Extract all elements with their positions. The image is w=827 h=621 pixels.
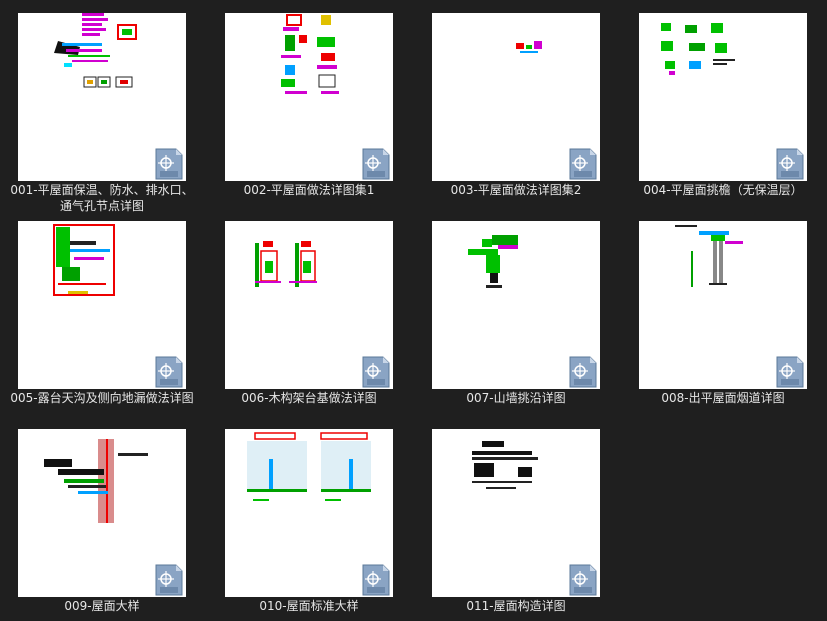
file-item[interactable]: 011-屋面构造详图 (432, 429, 632, 621)
file-item[interactable]: 001-平屋面保温、防水、排水口、通气孔节点详图 (10, 13, 218, 219)
file-thumbnail[interactable] (225, 13, 393, 181)
file-thumbnail[interactable] (639, 221, 807, 389)
file-thumbnail[interactable] (225, 221, 393, 389)
dwg-file-icon (776, 148, 804, 180)
file-item[interactable]: 005-露台天沟及侧向地漏做法详图 (10, 221, 218, 427)
file-name-label: 002-平屋面做法详图集1 (243, 183, 375, 197)
file-name-label: 011-屋面构造详图 (466, 599, 566, 613)
file-item[interactable]: 003-平屋面做法详图集2 (432, 13, 632, 219)
file-thumbnail[interactable] (18, 429, 186, 597)
dwg-file-icon (155, 148, 183, 180)
dwg-file-icon (362, 356, 390, 388)
file-item[interactable]: 008-出平屋面烟道详图 (639, 221, 827, 427)
file-item[interactable]: 004-平屋面挑檐（无保温层） (639, 13, 827, 219)
dwg-file-icon (362, 564, 390, 596)
file-thumbnail[interactable] (432, 429, 600, 597)
file-thumbnail[interactable] (639, 13, 807, 181)
dwg-file-icon (569, 564, 597, 596)
file-name-label: 010-屋面标准大样 (259, 599, 359, 613)
dwg-file-icon (776, 356, 804, 388)
file-name-label: 005-露台天沟及侧向地漏做法详图 (10, 391, 194, 405)
file-name-label: 003-平屋面做法详图集2 (450, 183, 582, 197)
file-name-label: 007-山墙挑沿详图 (466, 391, 566, 405)
dwg-file-icon (569, 148, 597, 180)
file-thumbnail[interactable] (18, 221, 186, 389)
file-name-label: 009-屋面大样 (64, 599, 140, 613)
file-item[interactable]: 010-屋面标准大样 (225, 429, 425, 621)
dwg-file-icon (362, 148, 390, 180)
file-thumbnail[interactable] (432, 13, 600, 181)
file-name-label: 001-平屋面保温、防水、排水口、通气孔节点详图 (10, 183, 194, 213)
dwg-file-icon (155, 564, 183, 596)
file-item[interactable]: 006-木构架台基做法详图 (225, 221, 425, 427)
dwg-file-icon (155, 356, 183, 388)
file-thumbnail[interactable] (432, 221, 600, 389)
file-name-label: 004-平屋面挑檐（无保温层） (643, 183, 803, 197)
file-item[interactable]: 009-屋面大样 (18, 429, 218, 621)
file-item[interactable]: 002-平屋面做法详图集1 (225, 13, 425, 219)
file-grid: 001-平屋面保温、防水、排水口、通气孔节点详图 002-平屋面做法详图集1 0… (0, 0, 827, 621)
file-item[interactable]: 007-山墙挑沿详图 (432, 221, 632, 427)
file-name-label: 008-出平屋面烟道详图 (661, 391, 785, 405)
file-name-label: 006-木构架台基做法详图 (241, 391, 377, 405)
file-thumbnail[interactable] (18, 13, 186, 181)
dwg-file-icon (569, 356, 597, 388)
file-thumbnail[interactable] (225, 429, 393, 597)
